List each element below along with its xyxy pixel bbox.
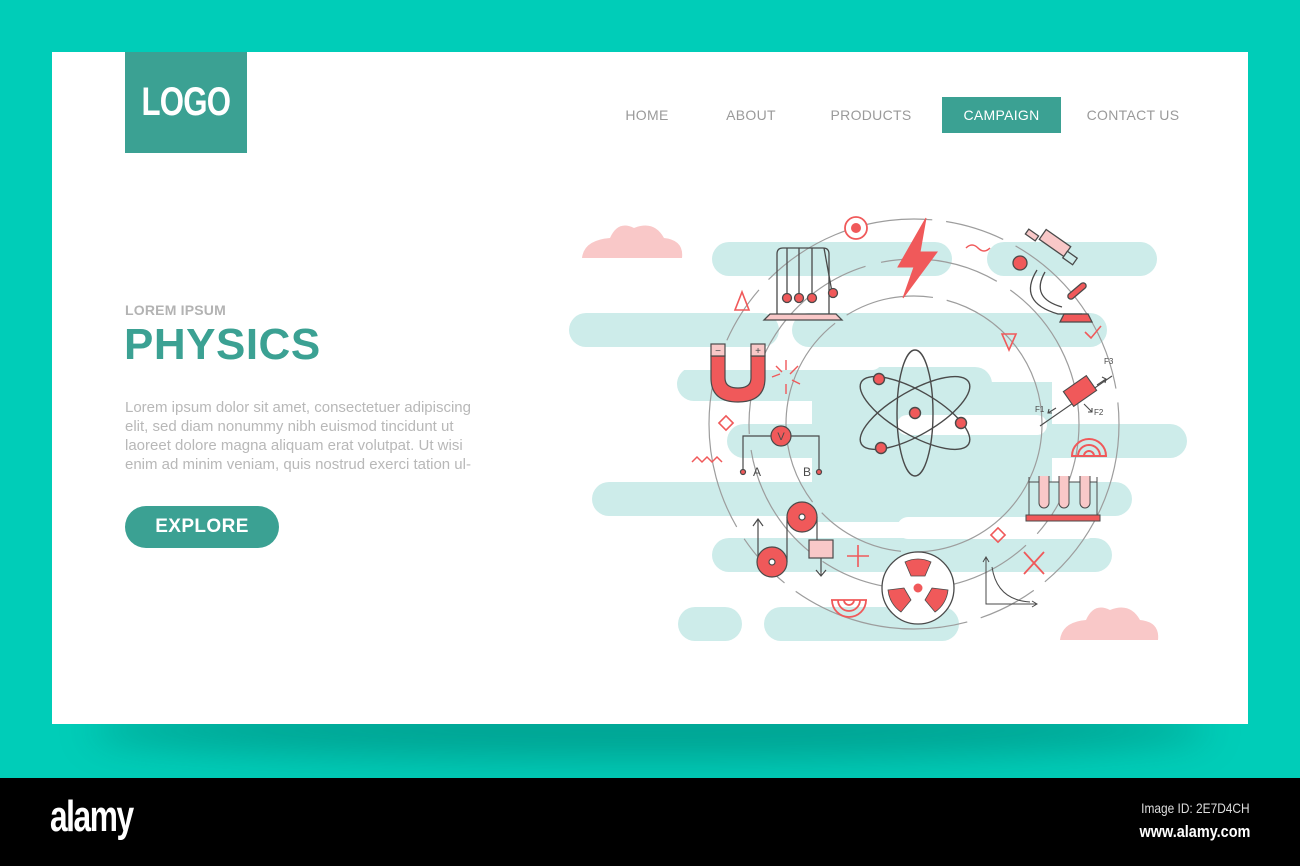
decay-graph-icon xyxy=(982,556,1038,608)
nav-about[interactable]: ABOUT xyxy=(712,97,790,133)
background-pills xyxy=(569,242,1187,641)
wave-icon xyxy=(965,244,991,252)
pill-shape xyxy=(677,367,992,401)
microscope-icon xyxy=(1012,228,1094,323)
cutout-shape xyxy=(672,350,882,370)
hero-eyebrow: LOREM IPSUM xyxy=(125,302,226,318)
logo[interactable]: LOGO xyxy=(125,52,247,153)
watermark-brand: alamy xyxy=(50,792,134,841)
nav-contact-us[interactable]: CONTACT US xyxy=(1078,97,1188,133)
diamond-icon xyxy=(989,526,1007,544)
zigzag-icon xyxy=(691,455,723,464)
force-f3-label: F3 xyxy=(1104,357,1114,366)
page-background: LOGO HOME ABOUT PRODUCTS CAMPAIGN CONTAC… xyxy=(0,0,1300,778)
nav-campaign[interactable]: CAMPAIGN xyxy=(942,97,1061,133)
watermark-image-id: Image ID: 2E7D4CH xyxy=(1141,800,1250,816)
pulley-system-icon xyxy=(752,501,834,578)
pill-shape xyxy=(764,607,959,641)
cutout-shape xyxy=(607,458,727,480)
atom-icon xyxy=(859,349,971,477)
radiation-symbol-icon xyxy=(881,551,955,625)
voltmeter-label: V xyxy=(777,431,785,443)
cloud-right xyxy=(1060,607,1159,640)
cloud-left xyxy=(582,225,683,258)
watermark-site: www.alamy.com xyxy=(1139,822,1250,841)
point-a-label: A xyxy=(753,465,761,479)
hero-body-line: Lorem ipsum dolor sit amet, consectetuer… xyxy=(125,399,471,416)
explore-button[interactable]: EXPLORE xyxy=(125,506,279,548)
voltmeter-circuit-icon: V A B xyxy=(739,425,823,479)
lightning-bolt-icon xyxy=(897,217,938,299)
triangle-down-icon xyxy=(1000,333,1018,352)
target-icon xyxy=(844,216,868,240)
landing-card: LOGO HOME ABOUT PRODUCTS CAMPAIGN CONTAC… xyxy=(52,52,1248,724)
semicircle-waves-icon xyxy=(831,599,867,618)
plus-icon xyxy=(847,545,869,567)
pill-shape xyxy=(569,313,779,347)
orbit-ring xyxy=(785,295,1043,553)
rainbow-arc-icon xyxy=(1071,438,1107,457)
cutout-shape xyxy=(897,415,1047,435)
pill-shape xyxy=(987,242,1157,276)
pill-shape xyxy=(712,538,1112,572)
nav-products[interactable]: PRODUCTS xyxy=(820,97,922,133)
orbit-rings xyxy=(708,218,1120,630)
pill-shape xyxy=(678,607,742,641)
nav-home[interactable]: HOME xyxy=(610,97,684,133)
cutout-shape xyxy=(897,517,1097,539)
force-f1-label: F1 xyxy=(1035,405,1045,414)
pill-shape xyxy=(592,482,1132,516)
orbit-ring xyxy=(708,218,1120,630)
magnet-minus-label: − xyxy=(715,346,721,357)
pill-shape xyxy=(792,313,1107,347)
newtons-cradle-icon xyxy=(762,247,844,321)
cutout-shape xyxy=(1067,458,1127,480)
pill-shape xyxy=(727,424,1187,458)
diamond-icon xyxy=(717,414,735,432)
hero-body: Lorem ipsum dolor sit amet, consectetuer… xyxy=(125,398,525,474)
pill-shape xyxy=(812,382,1052,522)
orbit-ring xyxy=(748,258,1080,590)
check-icon xyxy=(1084,325,1102,340)
spark-icon xyxy=(771,360,801,394)
watermark-bar: alamy Image ID: 2E7D4CH www.alamy.com xyxy=(0,778,1300,866)
hero-body-line: laoreet dolore magna aliquam erat volutp… xyxy=(125,437,463,454)
close-x-icon xyxy=(1023,551,1045,575)
test-tubes-icon xyxy=(1025,476,1101,522)
hero-body-line: elit, sed diam nonummy nibh euismod tinc… xyxy=(125,418,454,435)
magnet-plus-label: + xyxy=(755,346,761,357)
hero-title: PHYSICS xyxy=(124,320,321,369)
pill-cutouts xyxy=(607,350,1127,539)
hero-body-line: enim ad minim veniam, quis nostrud exerc… xyxy=(125,456,471,473)
triangle-up-icon xyxy=(733,289,751,311)
inclined-plane-icon: F3 F1 F2 xyxy=(1035,357,1114,427)
point-b-label: B xyxy=(803,465,811,479)
magnet-icon: − + xyxy=(710,343,766,403)
force-f2-label: F2 xyxy=(1094,408,1104,417)
pill-shape xyxy=(712,242,952,276)
logo-text: LOGO xyxy=(141,80,232,124)
